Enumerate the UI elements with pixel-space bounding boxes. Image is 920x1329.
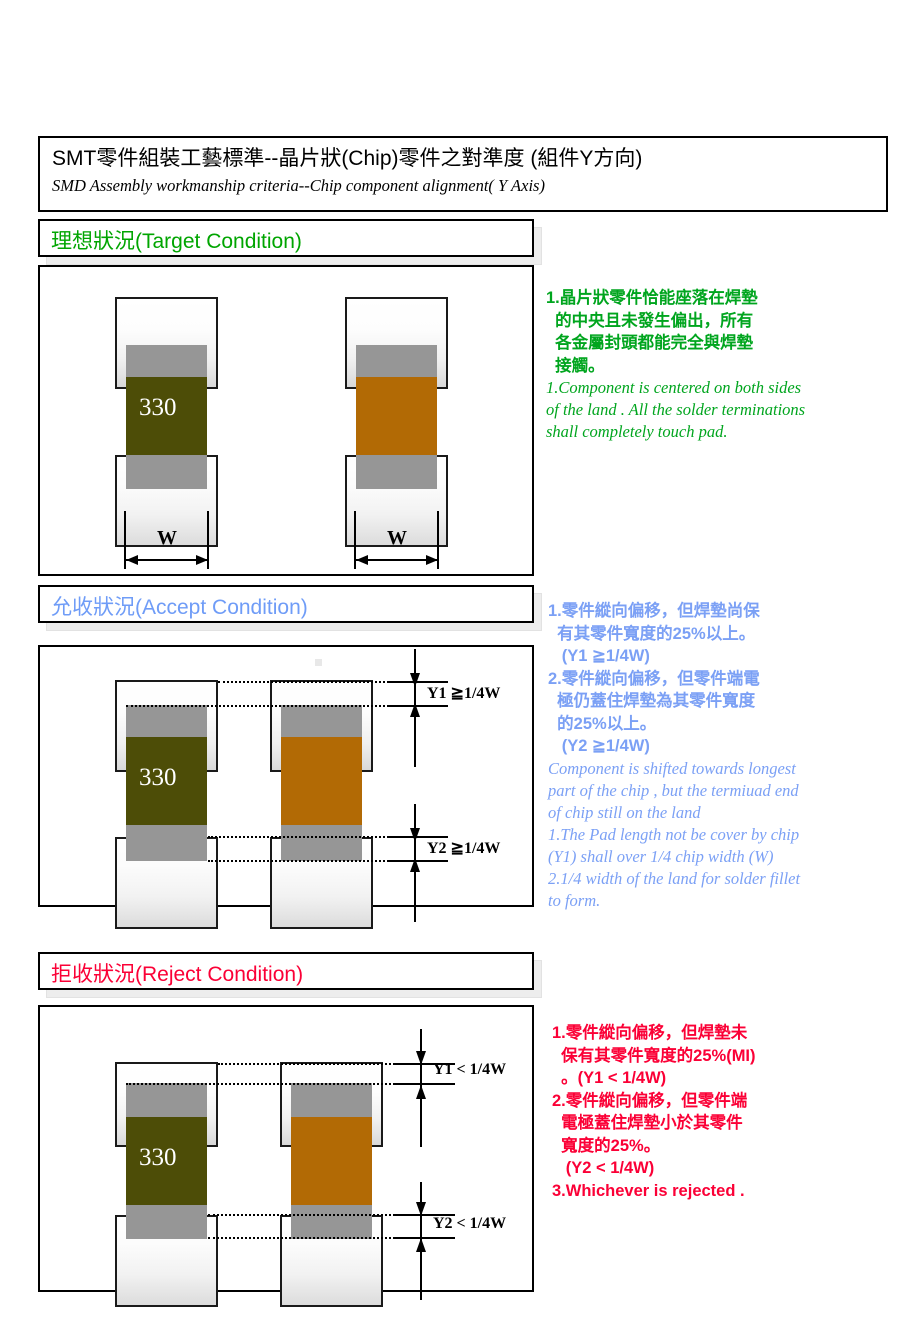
y2-dimension-label: Y2 < 1/4W [433,1215,507,1232]
notes-reject-chinese: 1.零件縱向偏移，但焊墊未 保有其零件寬度的25%(MI) 。(Y1 < 1/4… [552,1024,756,1200]
termination-top-right [356,345,437,377]
w-arrow-left [126,555,208,565]
title-chinese: SMT零件組裝工藝標準--晶片狀(Chip)零件之對準度 (組件Y方向) [52,147,643,170]
notes-reject: 1.零件縱向偏移，但焊墊未 保有其零件寬度的25%(MI) 。(Y1 < 1/4… [552,1022,902,1202]
chip-body-orange [291,1117,372,1205]
section-header-accept: 允收狀況(Accept Condition) [38,585,542,631]
chip-body-orange [356,377,437,455]
termination-top-left [126,1083,207,1117]
y1-dimension-arrows [416,1029,426,1147]
section-header-target-label: 理想狀況(Target Condition) [51,230,302,253]
termination-bottom-left [126,825,207,861]
section-header-reject: 拒收狀況(Reject Condition) [38,952,542,998]
notes-accept-english: Component is shifted towards longest par… [548,758,801,910]
chip-body-label: 330 [139,764,177,791]
termination-bottom-right [281,825,362,861]
section-header-target: 理想狀況(Target Condition) [38,219,542,265]
y1-dimension-arrows [410,649,420,767]
termination-top-left [126,345,207,377]
title-english: SMD Assembly workmanship criteria--Chip … [52,176,545,195]
stray-marker [315,659,322,666]
chip-body-label: 330 [139,1144,177,1171]
termination-bottom-left [126,1205,207,1239]
termination-bottom-right [356,455,437,489]
diagram-panel-reject: 330 Y1 < 1/4W Y2 < 1/4W [38,1005,534,1307]
notes-target: 1.晶片狀零件恰能座落在焊墊 的中央且未發生偏出，所有 各金屬封頭都能完全與焊墊… [546,287,896,443]
w-label-left: W [157,527,177,549]
termination-top-right [281,705,362,737]
termination-bottom-left [126,455,207,489]
document-page: SMT零件組裝工藝標準--晶片狀(Chip)零件之對準度 (組件Y方向) SMD… [0,0,920,1329]
w-arrow-right [356,555,438,565]
w-label-right: W [387,527,407,549]
notes-target-english: 1.Component is centered on both sides of… [546,378,806,441]
notes-target-chinese: 1.晶片狀零件恰能座落在焊墊 的中央且未發生偏出，所有 各金屬封頭都能完全與焊墊… [546,289,758,375]
chip-body-orange [281,737,362,825]
termination-bottom-right [291,1205,372,1239]
notes-accept: 1.零件縱向偏移，但焊墊尚保 有其零件寬度的25%以上。 (Y1 ≧1/4W) … [548,600,898,912]
diagram-panel-target: 330 W W [38,265,534,576]
y2-dimension-label: Y2 ≧1/4W [427,840,501,857]
notes-accept-chinese: 1.零件縱向偏移，但焊墊尚保 有其零件寬度的25%以上。 (Y1 ≧1/4W) … [548,602,760,755]
termination-top-left [126,705,207,737]
section-header-reject-label: 拒收狀況(Reject Condition) [51,963,304,986]
diagram-panel-accept: 330 Y1 ≧1/4W Y2 ≧1/4W [38,645,534,929]
termination-top-right [291,1083,372,1117]
y1-dimension-label: Y1 < 1/4W [433,1061,507,1078]
y1-dimension-label: Y1 ≧1/4W [427,685,501,702]
chip-body-label: 330 [139,394,177,421]
y2-dimension-arrows [410,804,420,922]
section-header-accept-label: 允收狀況(Accept Condition) [51,596,308,619]
document-title-box: SMT零件組裝工藝標準--晶片狀(Chip)零件之對準度 (組件Y方向) SMD… [38,136,888,212]
y2-dimension-arrows [416,1182,426,1300]
